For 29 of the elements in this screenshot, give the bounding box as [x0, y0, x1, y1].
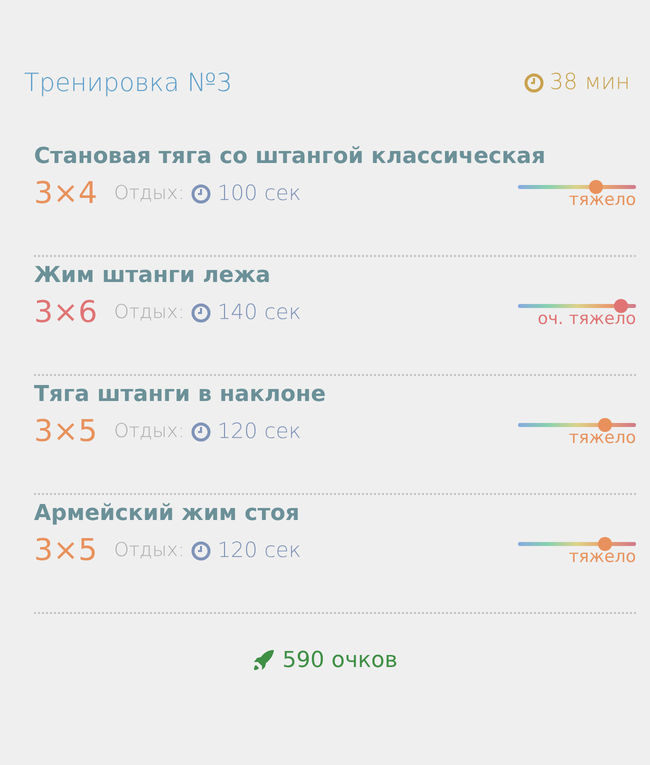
workout-duration: 38 мин [550, 69, 630, 98]
difficulty-label: тяжело [568, 190, 636, 210]
clock-icon [191, 302, 212, 322]
rocket-icon [252, 648, 276, 672]
sets-reps: 3×4 [34, 174, 98, 212]
clock-icon [191, 540, 212, 560]
rest-label: Отдых: [114, 419, 184, 444]
rest-time: 120 сек [217, 418, 302, 445]
exercise-name: Армейский жим стоя [34, 500, 301, 528]
rest-time: 100 сек [217, 180, 302, 207]
sets-reps: 3×6 [34, 294, 98, 332]
sets-reps: 3×5 [34, 412, 98, 450]
difficulty-label: тяжело [568, 547, 636, 567]
rest-time: 120 сек [217, 536, 302, 564]
points-total: 590 очков [282, 646, 398, 674]
difficulty-label: тяжело [568, 428, 636, 448]
exercise-name: Жим штанги лежа [34, 262, 272, 290]
clock-icon [191, 184, 212, 204]
rest-label: Отдых: [114, 181, 184, 206]
rest-time: 140 сек [217, 298, 302, 326]
clock-icon [191, 422, 212, 442]
sets-reps: 3×5 [34, 532, 98, 570]
exercise-name: Становая тяга со штангой классическая [34, 142, 546, 170]
workout-title: Тренировка №3 [24, 67, 232, 99]
rest-label: Отдых: [114, 538, 184, 564]
rest-label: Отдых: [114, 300, 184, 326]
clock-icon [524, 72, 544, 93]
difficulty-label: оч. тяжело [538, 309, 636, 329]
exercise-name: Тяга штанги в наклоне [34, 380, 327, 408]
